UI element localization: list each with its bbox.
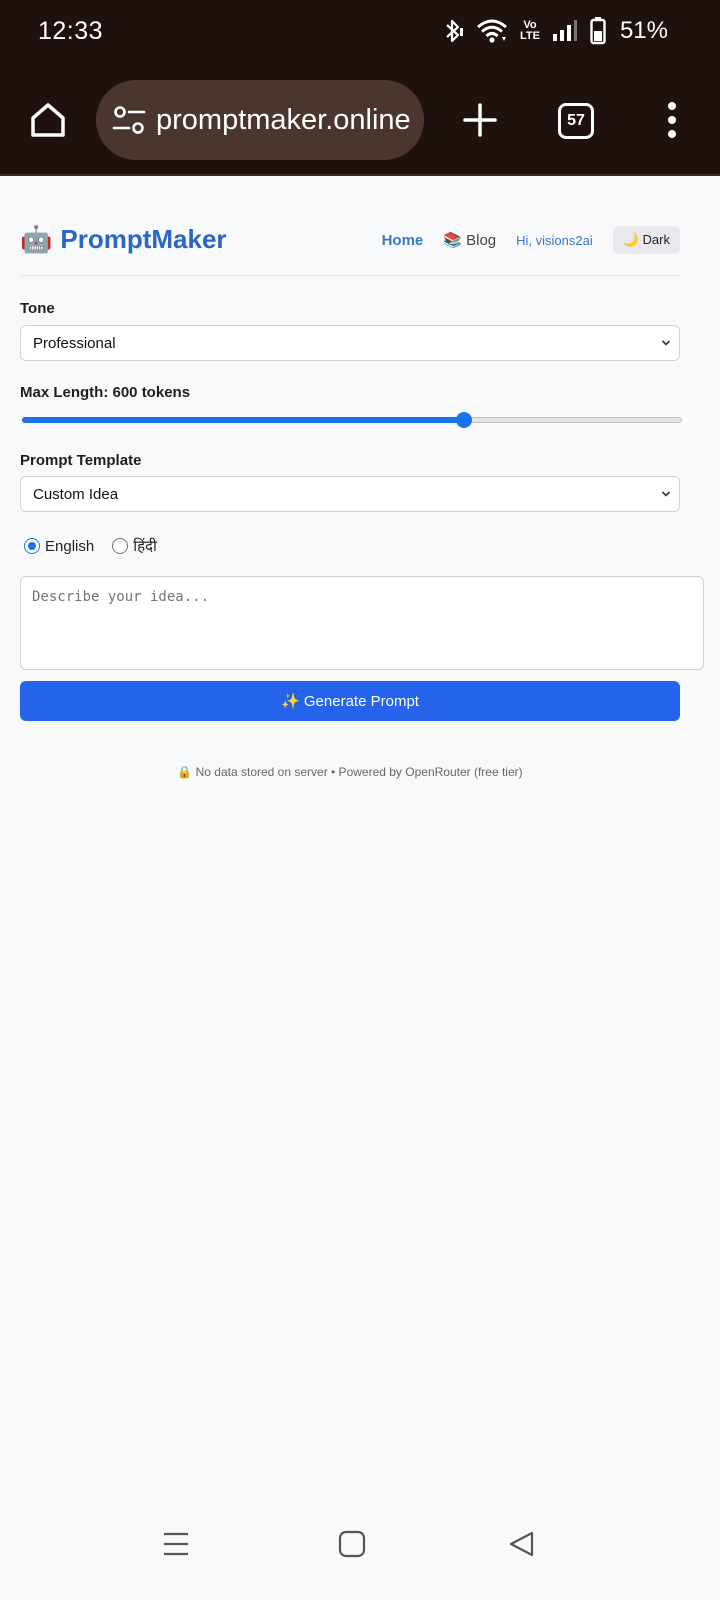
battery-icon — [590, 17, 606, 45]
site-settings-icon[interactable] — [112, 104, 146, 136]
nav-home-link[interactable]: Home — [382, 232, 424, 249]
idea-textarea[interactable]: Describe your idea... — [20, 576, 704, 670]
robot-icon: 🤖 — [20, 224, 53, 254]
signal-icon — [552, 20, 577, 41]
tone-select-value: Professional — [33, 334, 116, 352]
browser-chrome: 12:33 Vo LTE 51% promptmaker.online 57 — [0, 0, 720, 176]
language-label-english: English — [45, 537, 95, 555]
chevron-down-icon — [661, 340, 671, 346]
url-text[interactable]: promptmaker.online — [156, 80, 412, 160]
slider-thumb[interactable] — [456, 412, 473, 428]
generate-prompt-button[interactable]: ✨ Generate Prompt — [20, 681, 680, 721]
template-select[interactable]: Custom Idea — [20, 476, 680, 512]
bluetooth-icon — [446, 19, 463, 43]
dark-mode-toggle[interactable]: 🌙 Dark — [612, 226, 680, 254]
system-nav-bar — [0, 1500, 720, 1600]
top-nav: Home 📚 Blog Hi, visions2ai 🌙 Dark — [382, 226, 680, 254]
tone-select[interactable]: Professional — [20, 325, 680, 361]
max-length-label: Max Length: 600 tokens — [20, 384, 191, 401]
plus-icon — [463, 103, 497, 137]
language-radio-group: English हिंदी — [24, 536, 175, 556]
language-radio-english[interactable] — [24, 538, 40, 554]
new-tab-button[interactable] — [456, 96, 504, 144]
status-icons: Vo LTE 51% — [442, 16, 668, 46]
volte-indicator: Vo LTE — [519, 19, 540, 42]
tone-label: Tone — [20, 300, 55, 317]
battery-percent: 51% — [619, 17, 668, 44]
site-logo[interactable]: 🤖 PromptMaker — [20, 224, 227, 255]
language-radio-hindi[interactable] — [112, 538, 129, 554]
max-length-slider[interactable] — [22, 412, 682, 428]
status-time: 12:33 — [38, 17, 104, 45]
recent-apps-icon[interactable] — [162, 1530, 190, 1558]
user-greeting-link[interactable]: Hi, visions2ai — [516, 233, 593, 248]
back-icon[interactable] — [508, 1530, 536, 1558]
site-header: 🤖 PromptMaker Home 📚 Blog Hi, visions2ai… — [20, 220, 680, 276]
privacy-note: 🔒 No data stored on server • Powered by … — [177, 765, 523, 779]
chevron-down-icon — [661, 491, 671, 497]
template-select-value: Custom Idea — [33, 485, 119, 503]
tabs-button[interactable]: 57 — [558, 103, 594, 139]
nav-blog-link[interactable]: 📚 Blog — [443, 231, 496, 249]
home-nav-icon[interactable] — [338, 1530, 366, 1558]
address-bar[interactable]: promptmaker.online — [96, 80, 424, 160]
home-button[interactable] — [24, 96, 72, 144]
slider-fill — [22, 417, 465, 423]
home-icon — [31, 103, 65, 137]
more-vert-icon[interactable] — [654, 98, 690, 142]
logo-text: PromptMaker — [60, 224, 227, 254]
wifi-icon — [477, 19, 507, 43]
template-label: Prompt Template — [20, 452, 142, 469]
language-label-hindi: हिंदी — [133, 538, 157, 555]
